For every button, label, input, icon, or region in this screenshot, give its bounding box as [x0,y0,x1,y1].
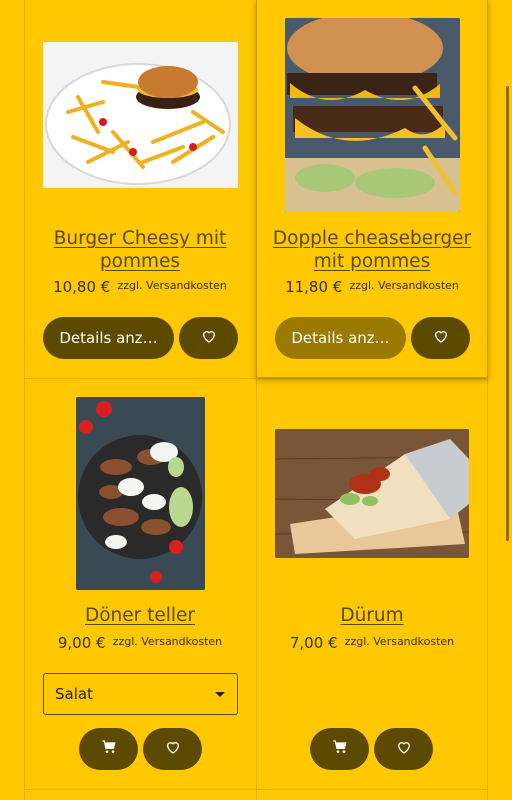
scrollbar[interactable] [506,86,509,541]
product-card: Dürum 7,00 € zzgl. Versandkosten [256,378,488,789]
shipping-note: zzgl. Versandkosten [344,635,455,648]
shipping-note: zzgl. Versandkosten [349,279,459,292]
product-title[interactable]: Burger Cheesy mit pommes [24,227,256,273]
product-image[interactable] [43,42,238,188]
shipping-note: zzgl. Versandkosten [112,635,223,648]
details-button[interactable]: Details anz… [275,317,406,359]
price-row: 9,00 € zzgl. Versandkosten [24,633,256,652]
price-row: 11,80 € zzgl. Versandkosten [257,277,487,296]
price-row: 7,00 € zzgl. Versandkosten [256,633,488,652]
product-title[interactable]: Dürum [256,604,488,627]
heart-icon [201,328,217,348]
product-price: 7,00 € [289,634,338,652]
product-card: Döner teller 9,00 € zzgl. Versandkosten … [24,378,256,789]
product-image[interactable] [285,18,460,212]
product-price: 10,80 € [53,278,111,296]
select-value: Salat [55,685,93,703]
variant-select[interactable]: Salat [43,673,238,715]
product-price: 11,80 € [285,278,343,296]
price-row: 10,80 € zzgl. Versandkosten [24,277,256,296]
add-to-cart-button[interactable] [310,728,369,770]
favorite-button[interactable] [143,728,202,770]
grid-divider [24,789,488,790]
product-card: Dopple cheaseberger mit pommes 11,80 € z… [256,0,488,378]
add-to-cart-button[interactable] [79,728,138,770]
heart-icon [165,739,181,759]
heart-icon [396,739,412,759]
product-title[interactable]: Döner teller [24,604,256,627]
cart-icon [101,739,117,759]
favorite-button[interactable] [374,728,433,770]
shipping-note: zzgl. Versandkosten [117,279,227,292]
product-title[interactable]: Dopple cheaseberger mit pommes [257,227,487,273]
product-card: Burger Cheesy mit pommes 10,80 € zzgl. V… [24,0,256,378]
favorite-button[interactable] [179,317,238,359]
details-button[interactable]: Details anz… [43,317,174,359]
chevron-down-icon [215,692,225,697]
product-image[interactable] [76,397,205,590]
cart-icon [332,739,348,759]
heart-icon [433,328,449,348]
favorite-button[interactable] [411,317,470,359]
product-image[interactable] [275,429,469,558]
product-price: 9,00 € [57,634,106,652]
